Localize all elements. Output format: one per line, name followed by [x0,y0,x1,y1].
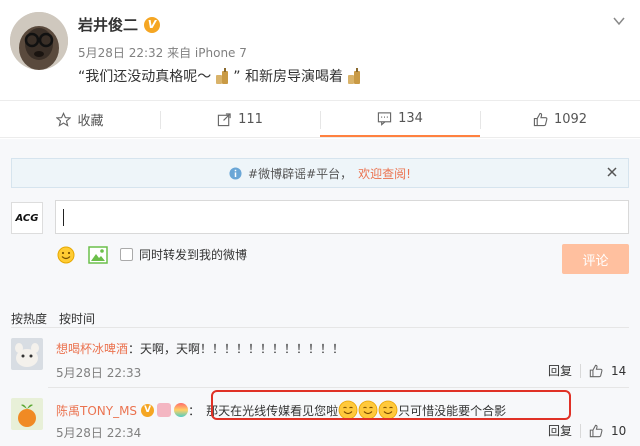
comment-like-count: 10 [611,423,627,438]
member-badge-icon [157,403,172,417]
author-name[interactable]: 岩井俊二 V [78,14,161,35]
author-name-text[interactable]: 岩井俊二 [78,14,138,35]
comment-icon [377,111,392,126]
repost-button[interactable]: 111 [160,101,320,137]
comment-body: ：天啊，天啊！！！！！！！！！！！！ [128,342,345,356]
comment-time: 5月28日 22:34 [56,426,142,440]
repost-checkbox[interactable]: 同时转发到我的微博 [120,246,247,263]
chevron-down-icon[interactable] [612,14,626,28]
repost-count: 111 [238,111,263,127]
image-upload-icon[interactable] [88,246,108,264]
sort-by-hot[interactable]: 按热度 [11,310,47,327]
favorite-label: 收藏 [77,113,104,129]
like-count: 1092 [553,111,588,127]
commenter-avatar[interactable] [11,338,43,370]
post-text-part1: “我们还没动真格呢～ [78,69,212,85]
divider [11,327,629,328]
bottle-emoji-icon [216,68,229,84]
separator [580,363,582,378]
verified-icon: V [144,16,161,33]
commenter-name[interactable]: 陈禹TONY_MS [56,402,137,419]
comment-count: 134 [398,110,423,126]
divider [48,387,629,388]
share-icon [217,112,231,126]
author-avatar[interactable] [10,12,68,70]
like-icon[interactable] [589,364,603,378]
sort-by-time[interactable]: 按时间 [59,310,95,327]
commenter-avatar[interactable] [11,398,43,430]
separator [580,423,582,438]
verified-icon: V [141,403,155,417]
post-text: “我们还没动真格呢～ ” 和新房导演喝着 [78,66,365,86]
comment-sort-tabs: 按热度 按时间 [11,310,95,327]
bottle-emoji-icon [347,68,360,84]
notice-link[interactable]: 欢迎查阅! [358,165,411,182]
like-button[interactable]: 1092 [480,101,640,137]
checkbox[interactable] [120,248,133,261]
comment-actions: 回复 14 [548,362,626,379]
favorite-button[interactable]: 收藏 [0,101,160,137]
reply-button[interactable]: 回复 [548,362,572,379]
star-icon [56,111,72,127]
like-icon [533,112,548,126]
repost-checkbox-label: 同时转发到我的微博 [139,248,248,262]
comment-input[interactable] [55,200,629,234]
balloon-badge-icon [174,403,189,417]
comment-text: 想喝杯冰啤酒 ：天啊，天啊！！！！！！！！！！！！ [56,340,344,357]
emoji-picker-icon[interactable] [57,246,75,264]
reply-button[interactable]: 回复 [548,422,572,439]
comment-actions: 回复 10 [548,422,626,439]
notice-text: #微博辟谣#平台， [248,166,353,181]
close-icon[interactable] [606,166,618,178]
post-text-part2: ” 和新房导演喝着 [233,69,343,85]
commenter-name[interactable]: 想喝杯冰啤酒 [56,340,128,357]
post-meta: 5月28日 22:32 来自 iPhone 7 [78,46,247,60]
submit-comment-button[interactable]: 评论 [562,244,629,274]
action-bar: 收藏 111 134 1092 [0,100,640,138]
like-icon[interactable] [589,424,603,438]
comment-like-count: 14 [611,363,627,378]
comment-time: 5月28日 22:33 [56,366,142,380]
notice-banner: #微博辟谣#平台， 欢迎查阅! [11,158,629,188]
info-icon [229,166,242,180]
comment-button[interactable]: 134 [320,101,480,137]
current-user-avatar: ACG [11,202,43,234]
highlight-box [211,390,571,420]
weibo-post-card: 岩井俊二 V 5月28日 22:32 来自 iPhone 7 “我们还没动真格呢… [0,0,640,446]
